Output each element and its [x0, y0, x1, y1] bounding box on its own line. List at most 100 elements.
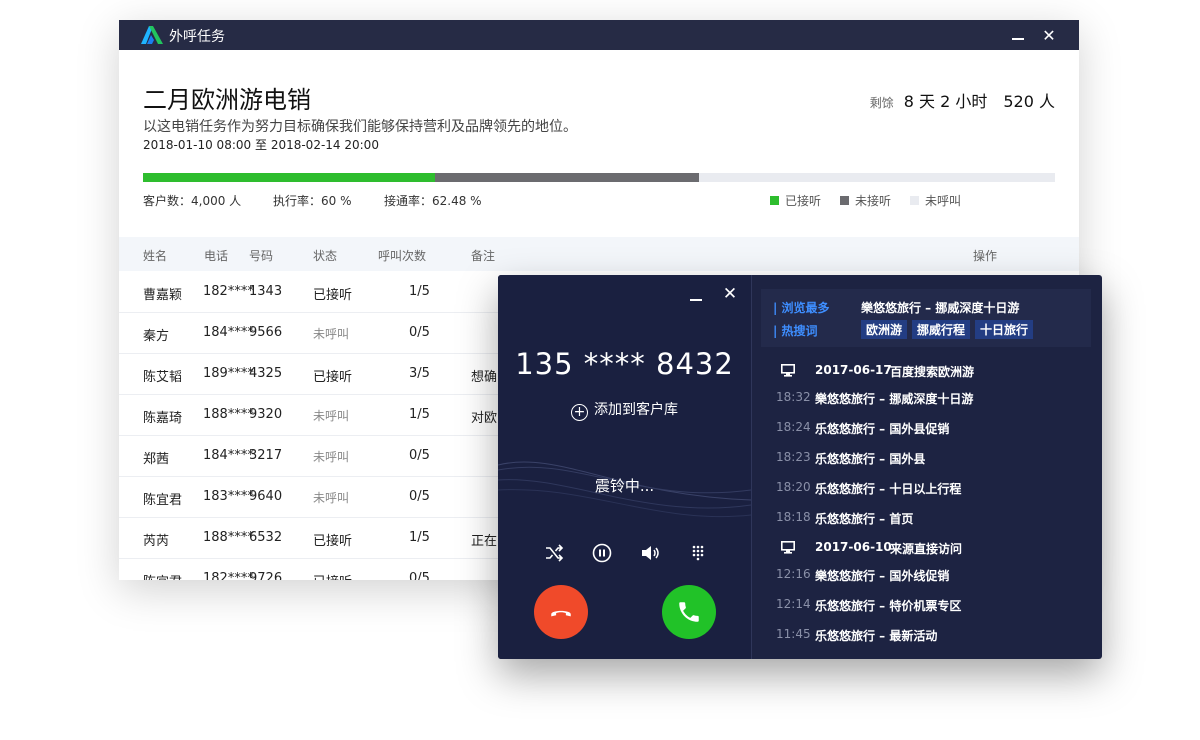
task-description: 以这电销任务作为努力目标确保我们能够保持营利及品牌领先的地位。	[143, 119, 577, 135]
keyword-tag[interactable]: 挪威行程	[912, 320, 971, 339]
transfer-icon[interactable]	[542, 541, 566, 565]
session-source: 百度搜索欧洲游	[890, 365, 975, 379]
legend-answered: 已接听	[770, 192, 821, 209]
visit-page: 樂悠悠旅行 – 挪威深度十日游	[815, 392, 974, 406]
close-button[interactable]: ✕	[1034, 20, 1064, 50]
cell-status: 未呼叫	[313, 327, 350, 341]
cell-calls: 1/5	[409, 284, 430, 299]
cell-calls: 0/5	[409, 489, 430, 504]
call-status: 震铃中...	[594, 477, 655, 495]
progress-unanswered	[434, 173, 700, 182]
cell-status: 已接听	[313, 288, 353, 303]
call-controls	[498, 541, 751, 565]
stat-connect-rate: 接通率：62.48 %	[384, 194, 482, 208]
plus-circle-icon: +	[571, 404, 588, 421]
table-header: 姓名 电话 号码 状态 呼叫次数 备注 操作	[119, 237, 1079, 271]
cell-name: 陈宜君	[143, 493, 183, 508]
legend-unanswered: 未接听	[840, 192, 891, 209]
app-logo-icon	[141, 26, 163, 44]
history-item: 18:24 乐悠悠旅行 – 国外县促销	[776, 420, 1086, 436]
add-to-contacts-label: 添加到客户库	[594, 402, 678, 418]
phone-icon	[679, 602, 699, 622]
visit-time: 18:32	[776, 390, 811, 404]
visit-page: 乐悠悠旅行 – 最新活动	[815, 629, 938, 643]
visit-time: 18:18	[776, 510, 811, 524]
volume-icon[interactable]	[638, 541, 662, 565]
legend-swatch	[840, 196, 849, 205]
session-source: 来源直接访问	[890, 542, 963, 556]
keypad-icon[interactable]	[686, 541, 710, 565]
keyword-tag[interactable]: 十日旅行	[975, 320, 1034, 339]
minimize-button[interactable]	[1003, 20, 1033, 50]
computer-icon	[781, 541, 795, 554]
col-name: 姓名	[143, 249, 168, 263]
stat-customers: 客户数：4,000 人	[143, 194, 242, 208]
window-title: 外呼任务	[169, 29, 225, 45]
date-separator: 至	[254, 138, 267, 152]
hot-keywords-label: | 热搜词	[773, 324, 818, 338]
visit-page: 乐悠悠旅行 – 十日以上行程	[815, 482, 962, 496]
cell-name: 郑茜	[143, 452, 170, 467]
close-icon: ✕	[722, 284, 738, 304]
legend-label: 未呼叫	[925, 194, 962, 208]
cell-phone-suffix: 9566	[249, 325, 283, 340]
hot-summary: | 浏览最多 樂悠悠旅行 – 挪威深度十日游 | 热搜词 欧洲游 挪威行程 十日旅行	[761, 289, 1091, 347]
keyword-tag[interactable]: 欧洲游	[861, 320, 908, 339]
history-item: 18:23 乐悠悠旅行 – 国外县	[776, 450, 1086, 466]
visit-page: 乐悠悠旅行 – 国外县促销	[815, 422, 950, 436]
visit-time: 18:20	[776, 480, 811, 494]
cell-calls: 3/5	[409, 366, 430, 381]
col-number: 号码	[249, 249, 274, 263]
hot-keywords: | 热搜词 欧洲游 挪威行程 十日旅行	[773, 320, 1034, 339]
remaining-time: 8 天 2 小时	[903, 92, 988, 111]
cell-phone-prefix: 184****	[203, 325, 254, 340]
dialer-close-button[interactable]: ✕	[718, 284, 742, 308]
history-item: 18:20 乐悠悠旅行 – 十日以上行程	[776, 480, 1086, 496]
cell-note: 对欧	[471, 411, 498, 426]
cell-phone-prefix: 182****	[203, 571, 254, 580]
date-end: 2018-02-14 20:00	[270, 138, 379, 152]
col-phone: 电话	[204, 249, 229, 263]
col-note: 备注	[471, 249, 496, 263]
history-session: 2017-06-17 百度搜索欧洲游	[776, 363, 1086, 379]
history-item: 12:14 乐悠悠旅行 – 特价机票专区	[776, 597, 1086, 613]
task-date-range: 2018-01-10 08:00 至 2018-02-14 20:00	[143, 136, 379, 153]
dialer-minimize-button[interactable]	[684, 285, 708, 309]
visit-page: 乐悠悠旅行 – 国外县	[815, 452, 926, 466]
panel-divider	[751, 275, 752, 659]
hangup-button[interactable]	[534, 585, 588, 639]
cell-name: 芮芮	[143, 534, 170, 549]
session-date: 2017-06-10	[815, 540, 892, 554]
cell-name: 曹嘉颖	[143, 288, 183, 303]
cell-status: 已接听	[313, 370, 353, 385]
visit-page: 樂悠悠旅行 – 国外线促销	[815, 569, 950, 583]
col-calls: 呼叫次数	[378, 249, 427, 263]
answer-button[interactable]	[662, 585, 716, 639]
cell-status: 未呼叫	[313, 491, 350, 505]
history-item: 18:18 乐悠悠旅行 – 首页	[776, 510, 1086, 526]
hangup-icon	[551, 610, 571, 617]
cell-phone-suffix: 9726	[249, 571, 283, 580]
history-item: 12:16 樂悠悠旅行 – 国外线促销	[776, 567, 1086, 583]
dialing-number: 135 **** 8432	[515, 347, 734, 381]
progress-answered	[143, 173, 435, 182]
most-browsed-label: | 浏览最多	[773, 301, 830, 315]
history-item: 11:45 乐悠悠旅行 – 最新活动	[776, 627, 1086, 643]
progress-bar	[143, 173, 1055, 182]
cell-phone-suffix: 4325	[249, 366, 283, 381]
legend-swatch	[770, 196, 779, 205]
visit-time: 18:23	[776, 450, 811, 464]
minimize-icon	[1012, 38, 1024, 40]
add-to-contacts-button[interactable]: + 添加到客户库	[498, 399, 751, 421]
close-icon: ✕	[1042, 25, 1056, 45]
dialer-popup: ✕ 135 **** 8432 + 添加到客户库 震铃中... | 浏览最多 樂…	[498, 275, 1102, 659]
remaining-summary: 剩馀 8 天 2 小时 520 人	[870, 88, 1055, 112]
cell-phone-prefix: 189****	[203, 366, 254, 381]
history-session: 2017-06-10 来源直接访问	[776, 540, 1086, 556]
cell-calls: 0/5	[409, 571, 430, 580]
cell-name: 陈宜君	[143, 571, 182, 580]
legend-label: 已接听	[785, 194, 822, 208]
hold-icon[interactable]	[590, 541, 614, 565]
task-title: 二月欧洲游电销	[143, 86, 311, 114]
remaining-label: 剩馀	[869, 96, 894, 110]
